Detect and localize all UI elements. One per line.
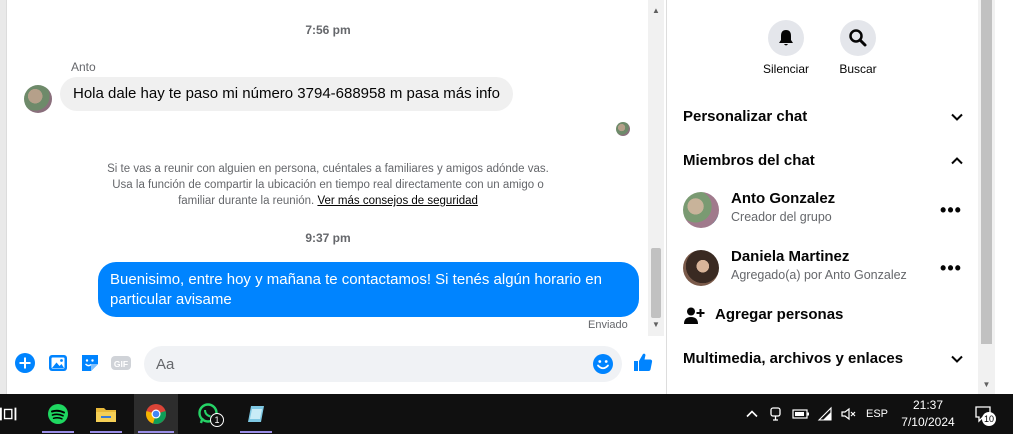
file-explorer-taskbar-button[interactable]	[86, 394, 126, 434]
notes-app-icon	[248, 406, 264, 422]
search-icon[interactable]	[840, 20, 876, 56]
timestamp: 9:37 pm	[305, 231, 351, 245]
sent-status: Enviado	[588, 319, 628, 331]
member-name: Anto Gonzalez	[731, 190, 836, 207]
add-people-button[interactable]: Agregar personas	[683, 303, 965, 329]
gif-label: GIF	[114, 359, 128, 369]
sender-avatar[interactable]	[24, 85, 52, 113]
avatar[interactable]	[683, 192, 719, 228]
search-action[interactable]: Buscar	[818, 20, 898, 76]
wifi-icon[interactable]	[815, 394, 835, 434]
chevron-up-icon[interactable]	[742, 394, 762, 434]
running-indicator	[138, 431, 174, 433]
scroll-down-arrow-icon[interactable]: ▼	[978, 378, 995, 392]
more-options-icon[interactable]: •••	[940, 200, 961, 220]
sticker-icon[interactable]	[79, 352, 101, 374]
seen-indicator-avatar	[616, 122, 630, 136]
chat-thread: 7:56 pm Anto Hola dale hay te paso mi nú…	[8, 0, 648, 394]
clock-time: 21:37	[912, 398, 944, 412]
chat-info-panel: Silenciar Buscar Personalizar chat Miemb…	[667, 0, 977, 394]
volume-muted-icon[interactable]	[838, 394, 858, 434]
spotify-taskbar-button[interactable]	[38, 394, 78, 434]
clock-date: 7/10/2024	[901, 415, 955, 429]
plus-icon[interactable]	[14, 352, 36, 374]
folder-icon	[96, 408, 116, 422]
member-role: Agregado(a) por Anto Gonzalez	[731, 268, 907, 282]
gif-icon[interactable]: GIF	[110, 352, 132, 374]
add-person-icon	[684, 307, 705, 324]
customize-chat-label: Personalizar chat	[683, 108, 808, 125]
message-input-box[interactable]	[144, 346, 622, 382]
timestamp: 7:56 pm	[305, 23, 351, 37]
chrome-icon	[146, 404, 166, 424]
spotify-icon	[48, 404, 68, 424]
notes-app-taskbar-button[interactable]	[236, 394, 276, 434]
windows-taskbar: 1 ESP 21:37 7/10/2024 10	[0, 394, 1013, 434]
mute-action[interactable]: Silenciar	[746, 20, 826, 76]
task-view-icon[interactable]	[0, 394, 20, 434]
message-input[interactable]	[144, 346, 574, 382]
outgoing-message[interactable]: Buenisimo, entre hoy y mañana te contact…	[98, 262, 639, 317]
panel-scrollbar[interactable]: ▼	[978, 0, 995, 394]
safety-notice: Si te vas a reunir con alguien en person…	[103, 161, 553, 209]
chat-scrollbar-thumb[interactable]	[651, 248, 661, 318]
running-indicator	[90, 431, 122, 433]
running-indicator	[240, 431, 272, 433]
window-left-edge	[0, 0, 7, 394]
language-indicator[interactable]: ESP	[862, 394, 892, 434]
chat-members-label: Miembros del chat	[683, 152, 815, 169]
add-people-label: Agregar personas	[715, 306, 844, 323]
member-name: Daniela Martinez	[731, 248, 850, 265]
running-indicator	[42, 431, 74, 433]
meet-now-icon[interactable]	[766, 394, 786, 434]
scroll-down-arrow-icon[interactable]: ▼	[648, 318, 664, 332]
chevron-down-icon[interactable]	[949, 105, 965, 129]
member-row[interactable]: Anto Gonzalez Creador del grupo •••	[683, 190, 965, 230]
system-clock[interactable]: 21:37 7/10/2024	[890, 397, 966, 431]
media-files-label: Multimedia, archivos y enlaces	[683, 350, 904, 367]
message-composer: GIF	[8, 344, 658, 384]
sender-name: Anto	[71, 60, 96, 74]
notification-count: 10	[982, 412, 996, 426]
panel-scrollbar-thumb[interactable]	[981, 0, 992, 344]
media-files-section[interactable]: Multimedia, archivos y enlaces	[683, 347, 965, 371]
notification-center-icon[interactable]: 10	[970, 394, 996, 434]
chrome-taskbar-button[interactable]	[134, 394, 178, 434]
chat-scrollbar[interactable]: ▲ ▼	[648, 0, 664, 336]
emoji-icon[interactable]	[592, 353, 614, 375]
mute-label: Silenciar	[762, 62, 810, 76]
safety-tips-link[interactable]: Ver más consejos de seguridad	[317, 195, 477, 207]
avatar[interactable]	[683, 250, 719, 286]
chat-members-section[interactable]: Miembros del chat	[683, 149, 965, 173]
customize-chat-section[interactable]: Personalizar chat	[683, 105, 965, 129]
battery-icon[interactable]	[791, 394, 811, 434]
more-options-icon[interactable]: •••	[940, 258, 961, 278]
chevron-up-icon[interactable]	[949, 149, 965, 173]
whatsapp-taskbar-button[interactable]: 1	[186, 394, 230, 434]
member-role: Creador del grupo	[731, 210, 832, 224]
window-right-edge	[995, 0, 1013, 394]
like-icon[interactable]	[632, 351, 654, 373]
whatsapp-badge: 1	[210, 413, 224, 427]
image-icon[interactable]	[47, 352, 69, 374]
chevron-down-icon[interactable]	[949, 347, 965, 371]
incoming-message[interactable]: Hola dale hay te paso mi número 3794-688…	[60, 77, 513, 111]
bell-icon[interactable]	[768, 20, 804, 56]
scroll-up-arrow-icon[interactable]: ▲	[648, 4, 664, 18]
member-row[interactable]: Daniela Martinez Agregado(a) por Anto Go…	[683, 248, 965, 288]
search-label: Buscar	[839, 62, 877, 76]
